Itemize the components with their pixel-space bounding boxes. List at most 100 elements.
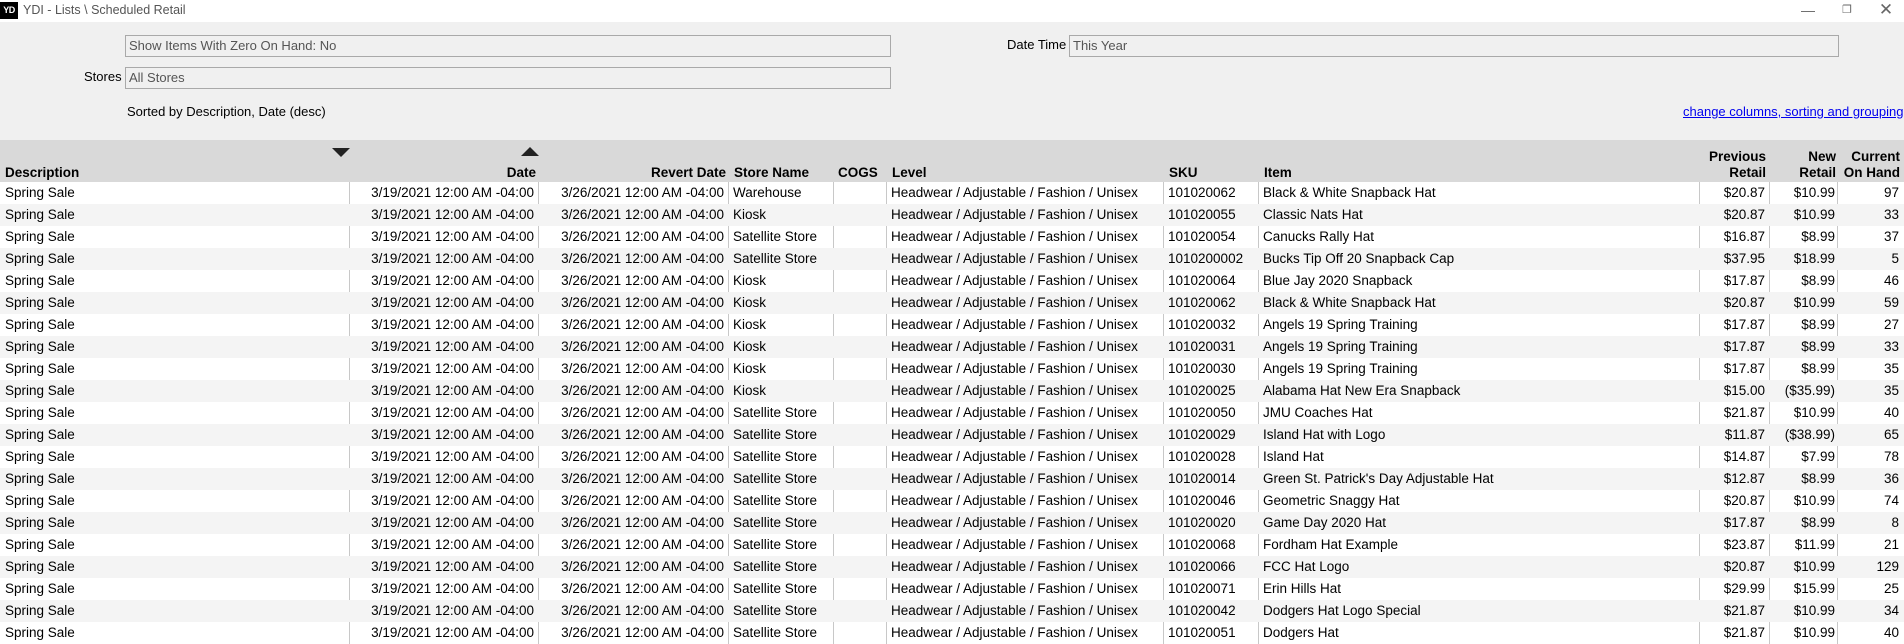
cogs-cell	[838, 424, 884, 446]
current-on-hand-cell: 8	[1891, 515, 1899, 530]
stores-field[interactable]: All Stores	[125, 67, 891, 89]
item-cell: Green St. Patrick's Day Adjustable Hat	[1263, 471, 1494, 486]
store-name-cell: Satellite Store	[733, 229, 818, 244]
cogs-cell	[838, 226, 884, 248]
change-columns-link[interactable]: change columns, sorting and grouping	[1683, 104, 1903, 119]
revert-date-cell: 3/26/2021 12:00 AM -04:00	[561, 405, 724, 420]
table-row[interactable]: Spring Sale 3/19/2021 12:00 AM -04:00 3/…	[0, 622, 1904, 644]
sku-cell: 101020055	[1168, 207, 1236, 222]
item-cell: Angels 19 Spring Training	[1263, 361, 1418, 376]
revert-date-cell: 3/26/2021 12:00 AM -04:00	[561, 493, 724, 508]
table-row[interactable]: Spring Sale 3/19/2021 12:00 AM -04:00 3/…	[0, 424, 1904, 446]
description-cell: Spring Sale	[5, 603, 75, 618]
description-cell: Spring Sale	[5, 317, 75, 332]
level-cell: Headwear / Adjustable / Fashion / Unisex	[891, 515, 1138, 530]
table-row[interactable]: Spring Sale 3/19/2021 12:00 AM -04:00 3/…	[0, 182, 1904, 204]
store-name-cell: Satellite Store	[733, 603, 818, 618]
table-row[interactable]: Spring Sale 3/19/2021 12:00 AM -04:00 3/…	[0, 600, 1904, 622]
column-header-description[interactable]: Description	[5, 165, 79, 181]
zero-on-hand-field[interactable]: Show Items With Zero On Hand: No	[125, 35, 891, 57]
store-name-cell: Kiosk	[733, 295, 767, 310]
date-cell: 3/19/2021 12:00 AM -04:00	[371, 405, 534, 420]
date-cell: 3/19/2021 12:00 AM -04:00	[371, 361, 534, 376]
level-cell: Headwear / Adjustable / Fashion / Unisex	[891, 471, 1138, 486]
table-row[interactable]: Spring Sale 3/19/2021 12:00 AM -04:00 3/…	[0, 380, 1904, 402]
revert-date-cell: 3/26/2021 12:00 AM -04:00	[561, 207, 724, 222]
column-header-level[interactable]: Level	[892, 165, 927, 181]
cogs-cell	[838, 358, 884, 380]
table-row[interactable]: Spring Sale 3/19/2021 12:00 AM -04:00 3/…	[0, 204, 1904, 226]
table-row[interactable]: Spring Sale 3/19/2021 12:00 AM -04:00 3/…	[0, 578, 1904, 600]
previous-retail-cell: $29.99	[1723, 581, 1765, 596]
table-row[interactable]: Spring Sale 3/19/2021 12:00 AM -04:00 3/…	[0, 270, 1904, 292]
column-header-previous-retail[interactable]: Previous Retail	[1702, 149, 1766, 181]
description-cell: Spring Sale	[5, 361, 75, 376]
column-header-date[interactable]: Date	[352, 165, 536, 181]
date-cell: 3/19/2021 12:00 AM -04:00	[371, 537, 534, 552]
sku-cell: 101020025	[1168, 383, 1236, 398]
store-name-cell: Satellite Store	[733, 493, 818, 508]
level-cell: Headwear / Adjustable / Fashion / Unisex	[891, 251, 1138, 266]
store-name-cell: Kiosk	[733, 361, 767, 376]
date-cell: 3/19/2021 12:00 AM -04:00	[371, 207, 534, 222]
table-row[interactable]: Spring Sale 3/19/2021 12:00 AM -04:00 3/…	[0, 512, 1904, 534]
cogs-cell	[838, 600, 884, 622]
previous-retail-cell: $17.87	[1723, 361, 1765, 376]
sort-ascending-icon[interactable]	[521, 147, 539, 156]
description-cell: Spring Sale	[5, 383, 75, 398]
column-header-store-name[interactable]: Store Name	[734, 165, 809, 181]
table-row[interactable]: Spring Sale 3/19/2021 12:00 AM -04:00 3/…	[0, 248, 1904, 270]
current-on-hand-cell: 34	[1883, 603, 1899, 618]
cogs-cell	[838, 512, 884, 534]
store-name-cell: Satellite Store	[733, 251, 818, 266]
level-cell: Headwear / Adjustable / Fashion / Unisex	[891, 405, 1138, 420]
cogs-cell	[838, 446, 884, 468]
table-row[interactable]: Spring Sale 3/19/2021 12:00 AM -04:00 3/…	[0, 490, 1904, 512]
minimize-button[interactable]: —	[1790, 0, 1826, 22]
item-cell: Erin Hills Hat	[1263, 581, 1342, 596]
table-row[interactable]: Spring Sale 3/19/2021 12:00 AM -04:00 3/…	[0, 314, 1904, 336]
level-cell: Headwear / Adjustable / Fashion / Unisex	[891, 603, 1138, 618]
column-header-sku[interactable]: SKU	[1169, 165, 1198, 181]
revert-date-cell: 3/26/2021 12:00 AM -04:00	[561, 185, 724, 200]
item-cell: Dodgers Hat Logo Special	[1263, 603, 1421, 618]
item-cell: Black & White Snapback Hat	[1263, 295, 1436, 310]
description-cell: Spring Sale	[5, 515, 75, 530]
column-header-current-on-hand[interactable]: Current On Hand	[1838, 149, 1900, 181]
column-header-revert-date[interactable]: Revert Date	[540, 165, 726, 181]
column-header-cogs[interactable]: COGS	[838, 165, 878, 181]
table-row[interactable]: Spring Sale 3/19/2021 12:00 AM -04:00 3/…	[0, 446, 1904, 468]
description-cell: Spring Sale	[5, 185, 75, 200]
cogs-cell	[838, 578, 884, 600]
sort-descending-icon[interactable]	[332, 148, 350, 157]
table-row[interactable]: Spring Sale 3/19/2021 12:00 AM -04:00 3/…	[0, 358, 1904, 380]
table-row[interactable]: Spring Sale 3/19/2021 12:00 AM -04:00 3/…	[0, 336, 1904, 358]
table-row[interactable]: Spring Sale 3/19/2021 12:00 AM -04:00 3/…	[0, 226, 1904, 248]
table-row[interactable]: Spring Sale 3/19/2021 12:00 AM -04:00 3/…	[0, 292, 1904, 314]
current-on-hand-line1: Current	[1851, 149, 1900, 164]
table-row[interactable]: Spring Sale 3/19/2021 12:00 AM -04:00 3/…	[0, 468, 1904, 490]
date-cell: 3/19/2021 12:00 AM -04:00	[371, 229, 534, 244]
cogs-cell	[838, 468, 884, 490]
revert-date-cell: 3/26/2021 12:00 AM -04:00	[561, 603, 724, 618]
revert-date-cell: 3/26/2021 12:00 AM -04:00	[561, 515, 724, 530]
revert-date-cell: 3/26/2021 12:00 AM -04:00	[561, 383, 724, 398]
item-cell: Black & White Snapback Hat	[1263, 185, 1436, 200]
date-cell: 3/19/2021 12:00 AM -04:00	[371, 317, 534, 332]
table-row[interactable]: Spring Sale 3/19/2021 12:00 AM -04:00 3/…	[0, 556, 1904, 578]
table-row[interactable]: Spring Sale 3/19/2021 12:00 AM -04:00 3/…	[0, 402, 1904, 424]
date-time-field[interactable]: This Year	[1069, 35, 1839, 57]
previous-retail-cell: $21.87	[1723, 603, 1765, 618]
new-retail-cell: $10.99	[1793, 493, 1835, 508]
close-button[interactable]: ✕	[1868, 0, 1904, 22]
item-cell: Angels 19 Spring Training	[1263, 339, 1418, 354]
current-on-hand-cell: 36	[1883, 471, 1899, 486]
sku-cell: 101020062	[1168, 185, 1236, 200]
current-on-hand-cell: 37	[1883, 229, 1899, 244]
maximize-button[interactable]: ❐	[1829, 0, 1865, 22]
column-header-new-retail[interactable]: New Retail	[1772, 149, 1836, 181]
date-cell: 3/19/2021 12:00 AM -04:00	[371, 295, 534, 310]
date-cell: 3/19/2021 12:00 AM -04:00	[371, 383, 534, 398]
table-row[interactable]: Spring Sale 3/19/2021 12:00 AM -04:00 3/…	[0, 534, 1904, 556]
column-header-item[interactable]: Item	[1264, 165, 1292, 181]
